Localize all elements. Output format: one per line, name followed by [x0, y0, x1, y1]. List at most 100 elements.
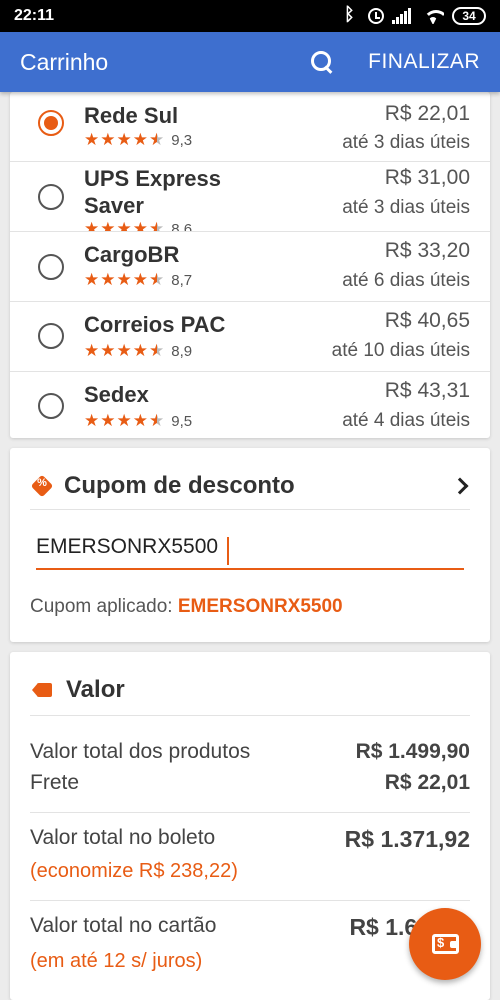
radio-button-selected[interactable] [38, 110, 64, 136]
shipping-cost-label: Frete [30, 771, 80, 794]
status-time: 22:11 [14, 7, 55, 24]
rating-value: 8,7 [171, 271, 193, 289]
radio-button[interactable] [38, 254, 64, 280]
star-icon: ★ [116, 411, 132, 430]
shipping-price: R$ 31,00 [384, 166, 470, 189]
shipping-option[interactable]: Correios PAC ★ ★ ★ ★ ★ 8,9 R$ 40,65 até 10 d… [10, 302, 490, 372]
coupon-applied-code: EMERSONRX5500 [177, 596, 343, 617]
delivery-estimate: até 3 dias úteis [342, 197, 470, 218]
total-products-row: Valor total dos produtos R$ 1.499,90 [30, 740, 470, 770]
star-icon: ★ [132, 411, 148, 430]
divider [30, 812, 470, 813]
star-icon: ★ [100, 341, 116, 360]
delivery-estimate: até 6 dias úteis [342, 270, 470, 291]
star-icon: ★ [84, 219, 100, 232]
rating-stars: ★ ★ ★ ★ ★ 8,6 [84, 220, 192, 232]
star-icon: ★ [116, 130, 132, 149]
star-icon: ★ [100, 130, 116, 149]
delivery-estimate: até 4 dias úteis [342, 410, 470, 431]
search-icon[interactable] [310, 50, 334, 74]
star-icon: ★ [84, 270, 100, 289]
star-half-icon: ★ [149, 220, 164, 232]
rating-stars: ★ ★ ★ ★ ★ 8,9 [84, 342, 192, 360]
star-icon: ★ [116, 341, 132, 360]
carrier-name: CargoBR [84, 242, 180, 267]
status-bar: 22:11 34 [0, 0, 500, 32]
discount-badge-icon [32, 476, 52, 496]
star-icon: ★ [100, 219, 116, 232]
shipping-options-card: Rede Sul ★ ★ ★ ★ ★ 9,3 R$ 22,01 até 3 dias ú… [10, 92, 490, 438]
coupon-input[interactable] [36, 530, 464, 570]
shipping-price: R$ 40,65 [384, 309, 470, 332]
wallet-fab-button[interactable] [409, 908, 481, 980]
shipping-price: R$ 33,20 [384, 239, 470, 262]
star-half-icon: ★ [149, 411, 165, 430]
star-icon: ★ [132, 130, 148, 149]
signal-icon [392, 8, 414, 24]
boleto-savings: (economize R$ 238,22) [30, 860, 238, 882]
boleto-total-row: Valor total no boleto R$ 1.371,92 (econo… [30, 826, 470, 890]
star-icon: ★ [116, 270, 132, 289]
star-icon: ★ [100, 411, 116, 430]
shipping-cost-value: R$ 22,01 [384, 771, 470, 794]
star-half-icon: ★ [149, 341, 165, 360]
coupon-card: Cupom de desconto Cupom aplicado: EMERSO… [10, 448, 490, 642]
rating-value: 8,6 [171, 220, 193, 232]
star-half-icon: ★ [149, 270, 165, 289]
page-title: Carrinho [20, 48, 109, 75]
boleto-total-label: Valor total no boleto [30, 826, 216, 849]
price-tag-icon [32, 681, 54, 699]
shipping-option[interactable]: UPS Express Saver ★ ★ ★ ★ ★ 8,6 R$ 31,00 até… [10, 162, 490, 232]
delivery-estimate: até 3 dias úteis [342, 132, 470, 153]
finalizar-button[interactable]: FINALIZAR [368, 50, 480, 74]
shipping-cost-row: Frete R$ 22,01 [30, 771, 470, 801]
shipping-option[interactable]: Rede Sul ★ ★ ★ ★ ★ 9,3 R$ 22,01 até 3 dias ú… [10, 92, 490, 162]
carrier-name: Sedex [84, 382, 149, 407]
rating-stars: ★ ★ ★ ★ ★ 8,7 [84, 271, 192, 289]
shipping-option[interactable]: CargoBR ★ ★ ★ ★ ★ 8,7 R$ 33,20 até 6 dias út… [10, 232, 490, 302]
text-cursor [227, 537, 229, 565]
app-bar: Carrinho FINALIZAR [0, 32, 500, 92]
wallet-icon [432, 934, 459, 954]
star-icon: ★ [116, 219, 132, 232]
radio-button[interactable] [38, 393, 64, 419]
value-title: Valor [66, 675, 125, 703]
rating-stars: ★ ★ ★ ★ ★ 9,5 [84, 412, 192, 430]
coupon-title: Cupom de desconto [64, 471, 295, 499]
star-icon: ★ [132, 219, 148, 232]
chevron-right-icon[interactable] [451, 477, 469, 494]
boleto-total-value: R$ 1.371,92 [344, 826, 470, 852]
divider [30, 900, 470, 901]
bluetooth-icon [342, 4, 360, 25]
radio-button[interactable] [38, 323, 64, 349]
rating-value: 9,3 [171, 131, 193, 149]
coupon-applied-label: Cupom aplicado: [30, 596, 178, 617]
star-half-icon: ★ [149, 130, 165, 149]
card-installments: (em até 12 s/ juros) [30, 950, 203, 972]
star-icon: ★ [84, 341, 100, 360]
star-icon: ★ [84, 130, 100, 149]
value-header: Valor [30, 664, 470, 716]
card-total-label: Valor total no cartão [30, 914, 217, 937]
carrier-name: Rede Sul [84, 103, 179, 128]
total-products-label: Valor total dos produtos [30, 740, 251, 763]
star-icon: ★ [84, 411, 100, 430]
shipping-price: R$ 43,31 [384, 379, 470, 402]
carrier-name: UPS Express Saver [84, 166, 221, 218]
wifi-icon [422, 8, 444, 24]
total-products-value: R$ 1.499,90 [355, 740, 470, 763]
alarm-icon [368, 8, 384, 24]
status-icons: 34 [342, 4, 486, 25]
battery-indicator: 34 [452, 7, 486, 25]
rating-stars: ★ ★ ★ ★ ★ 9,3 [84, 131, 192, 149]
rating-value: 8,9 [171, 342, 193, 360]
app-bar-actions: FINALIZAR [310, 50, 480, 74]
rating-value: 9,5 [171, 412, 193, 430]
coupon-applied-text: Cupom aplicado: EMERSONRX5500 [30, 596, 343, 618]
delivery-estimate: até 10 dias úteis [331, 340, 470, 361]
shipping-option[interactable]: Sedex ★ ★ ★ ★ ★ 9,5 R$ 43,31 até 4 dias útei… [10, 372, 490, 438]
coupon-header[interactable]: Cupom de desconto [30, 462, 470, 510]
star-icon: ★ [132, 341, 148, 360]
radio-button[interactable] [38, 184, 64, 210]
shipping-price: R$ 22,01 [384, 102, 470, 125]
